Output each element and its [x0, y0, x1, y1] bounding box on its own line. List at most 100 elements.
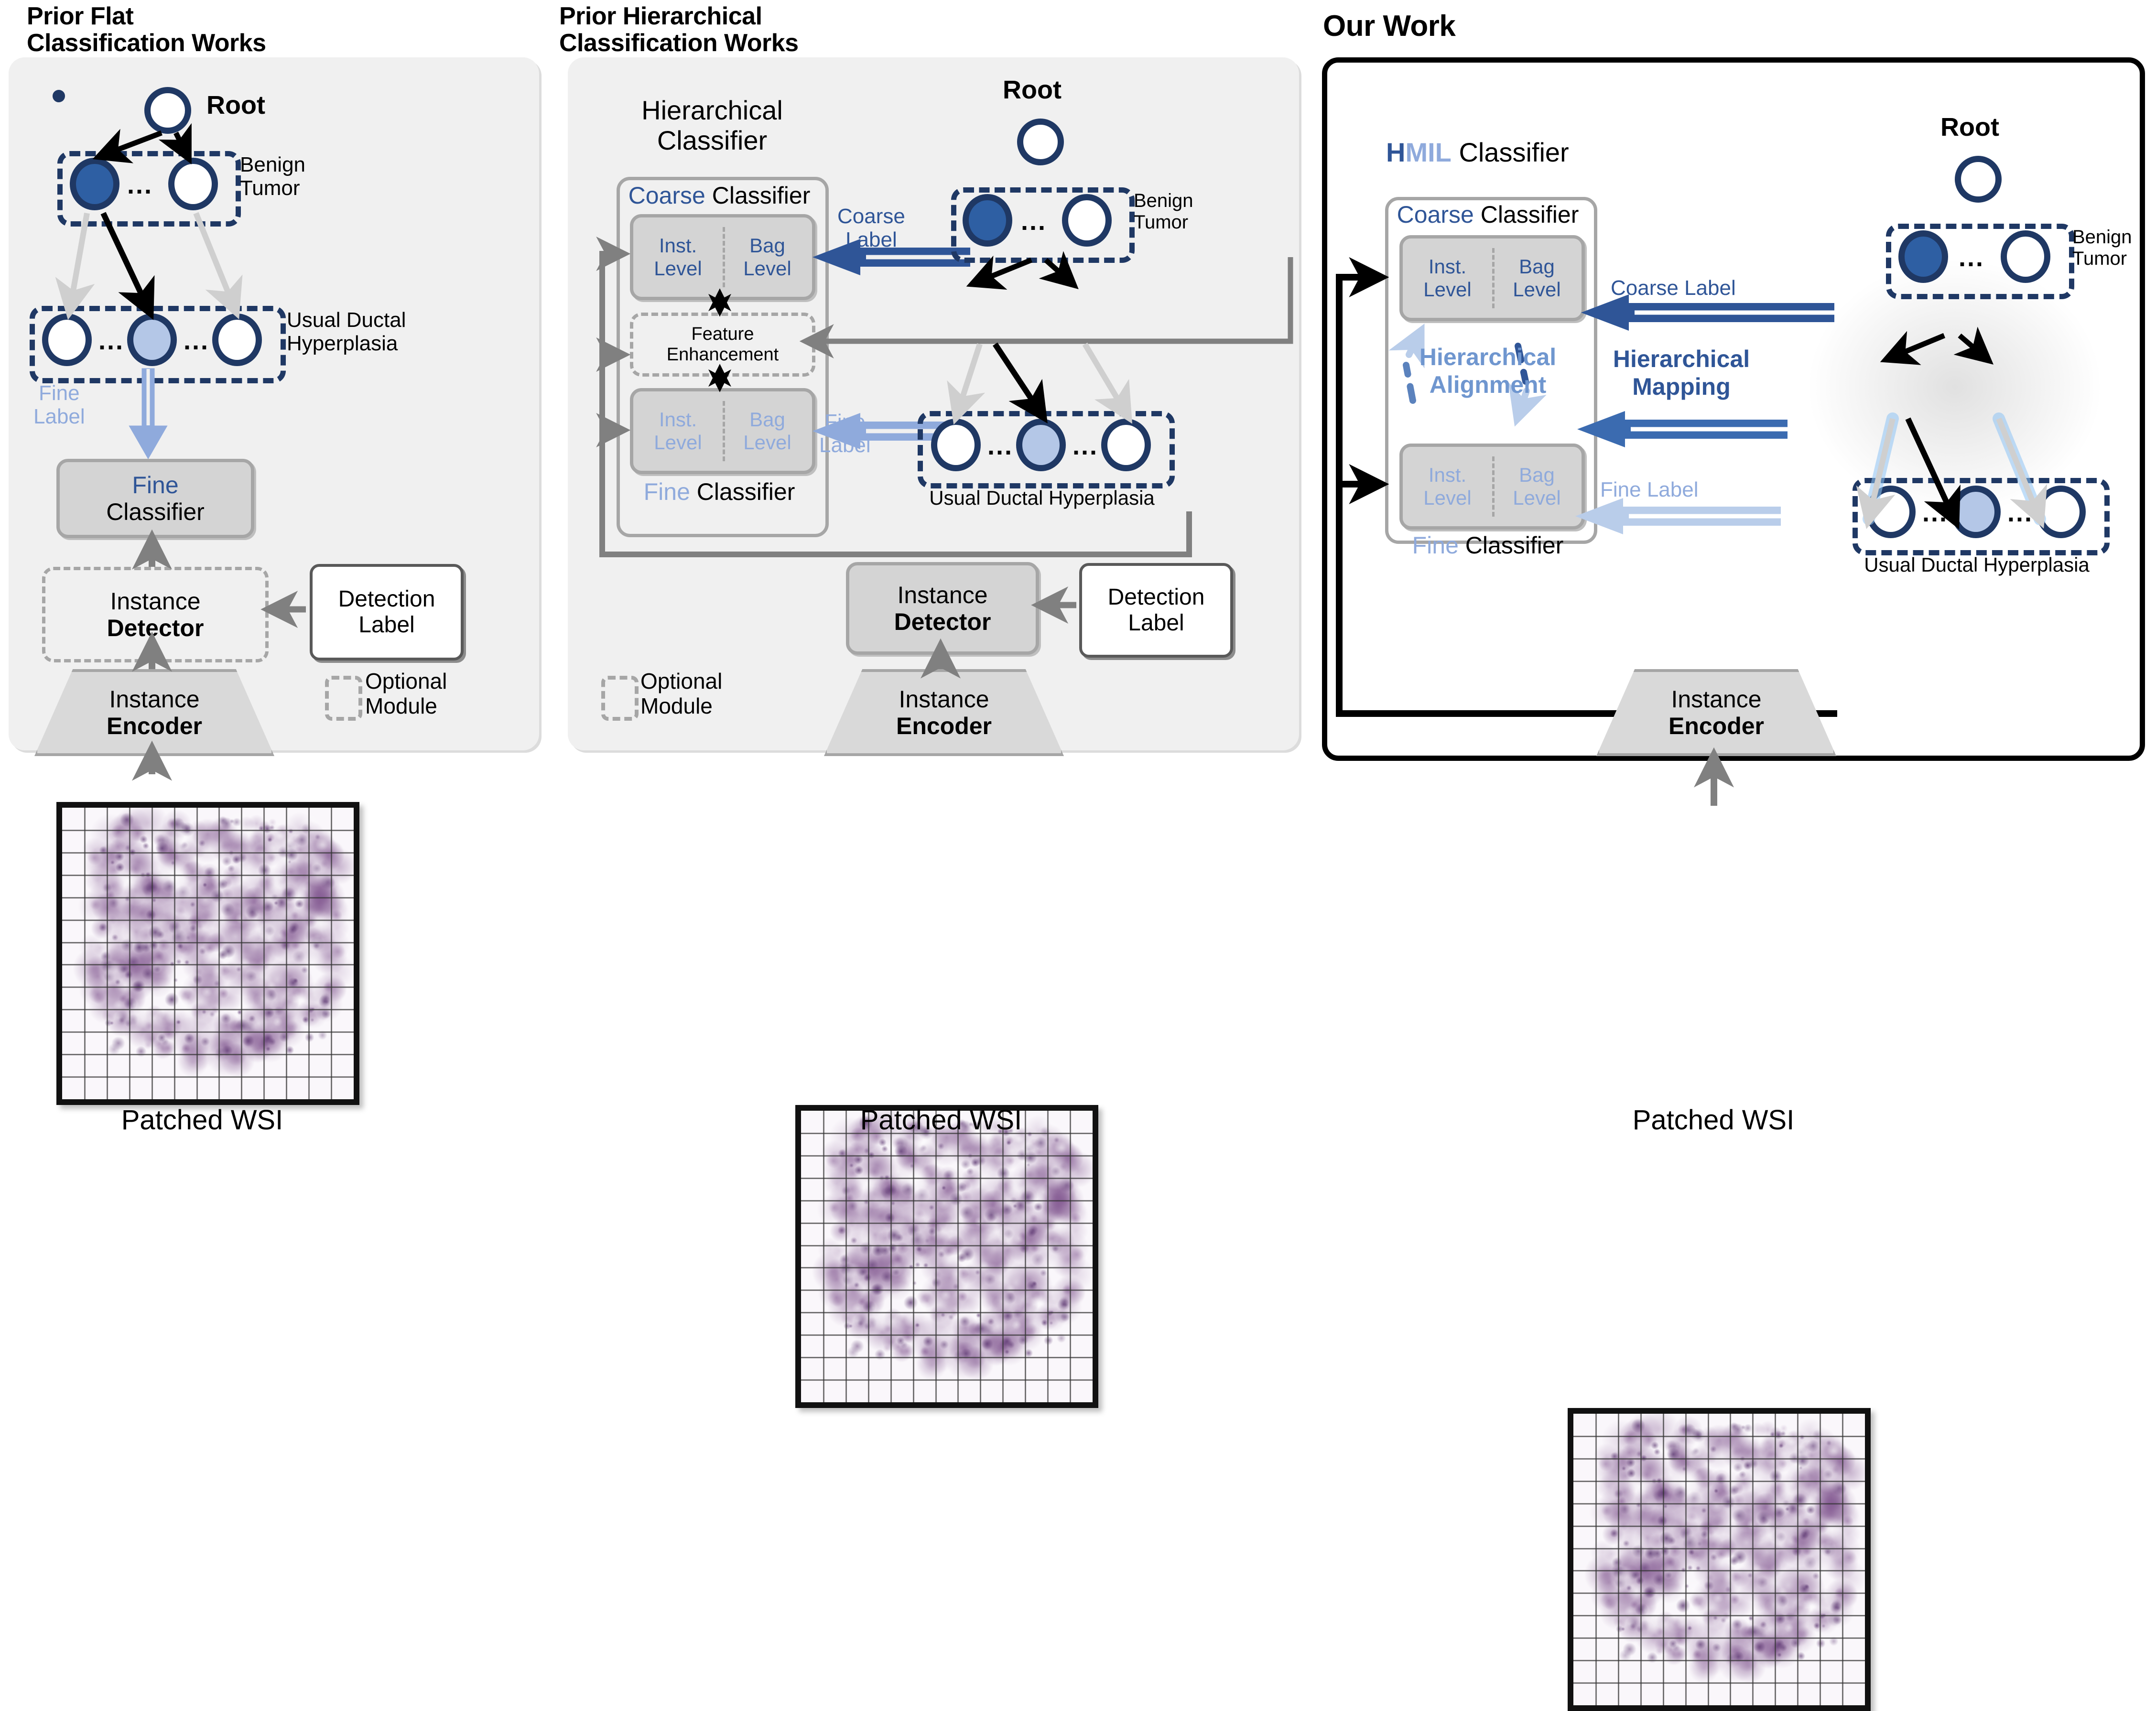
fine-classifier-box-flat[interactable]: Fine Classifier	[56, 459, 254, 538]
coarse-level-box-hier[interactable]: Inst. Level Bag Level	[630, 214, 815, 300]
root-node-ours	[1955, 156, 2002, 203]
hierarchical-mapping-label-ours: Hierarchical Mapping	[1613, 346, 1750, 400]
optional-module-label-hier: Optional Module	[640, 669, 723, 718]
patched-wsi-image-hier	[795, 1105, 1098, 1408]
instance-encoder-flat[interactable]: Instance Encoder	[34, 669, 274, 756]
instance-encoder-line1-ours: Instance	[1671, 686, 1762, 713]
fine-node-3-hier	[1101, 419, 1151, 471]
tree-node-root-flat	[53, 90, 65, 102]
ellipsis-fine-1-ours: ...	[1922, 498, 1949, 527]
fine-inst-level-ours: Inst. Level	[1423, 464, 1472, 509]
coarse-level-label-flat: Benign Tumor	[240, 153, 306, 200]
detection-label-hier[interactable]: Detection Label	[1079, 563, 1233, 658]
fine-classifier-rest-flat: Classifier	[106, 498, 205, 525]
ellipsis-fine-1-hier: ...	[987, 432, 1014, 460]
instance-encoder-hier[interactable]: Instance Encoder	[824, 669, 1064, 756]
coarse-level-box-ours[interactable]: Inst. Level Bag Level	[1399, 235, 1585, 321]
fine-level-box-hier[interactable]: Inst. Level Bag Level	[630, 388, 815, 474]
hmil-h-ours: H	[1386, 137, 1406, 167]
panel-title-ours: Our Work	[1323, 10, 1456, 43]
ellipsis-fine-2-ours: ...	[2007, 498, 2034, 527]
hmil-rest-ours: Classifier	[1459, 137, 1569, 167]
coarse-node-selected-flat	[70, 158, 119, 210]
fine-bag-level-ours: Bag Level	[1513, 464, 1561, 509]
fine-classifier-title-ours: Fine Classifier	[1385, 531, 1591, 559]
coarse-level-label-hier: Benign Tumor	[1134, 190, 1193, 233]
coarse-node-selected-ours	[1898, 230, 1948, 283]
coarse-classifier-title-hier: Coarse Classifier	[617, 182, 822, 209]
coarse-bag-level-ours: Bag Level	[1513, 255, 1561, 301]
root-node-flat	[144, 87, 191, 134]
instance-encoder-ours[interactable]: Instance Encoder	[1596, 669, 1836, 756]
instance-encoder-line2-ours: Encoder	[1668, 713, 1765, 739]
instance-detector-line1-flat: Instance	[110, 588, 201, 615]
patched-wsi-caption-flat: Patched WSI	[121, 1105, 283, 1136]
fine-level-label-flat: Usual Ductal Hyperplasia	[287, 308, 406, 356]
patched-wsi-image-flat	[56, 802, 359, 1105]
coarse-level-label-ours: Benign Tumor	[2072, 227, 2132, 269]
coarse-bag-level-hier: Bag Level	[743, 234, 791, 280]
detection-label-flat[interactable]: Detection Label	[310, 564, 464, 661]
coarse-classifier-rest-ours: Classifier	[1480, 201, 1579, 228]
hierarchical-alignment-label-ours: Hierarchical Alignment	[1419, 344, 1557, 398]
coarse-node-other-flat	[168, 158, 218, 210]
fine-label-arrow-flat: Fine Label	[33, 381, 85, 429]
ellipsis-fine-1-flat: ...	[98, 326, 125, 355]
fine-node-3-flat	[212, 314, 262, 366]
fine-classifier-rest-hier: Classifier	[696, 478, 795, 505]
detection-label-text-flat: Detection Label	[338, 586, 435, 638]
fine-label-arrow-ours: Fine Label	[1600, 478, 1699, 501]
panel-title-hier: Prior Hierarchical Classification Works	[559, 2, 799, 57]
root-label-flat: Root	[206, 91, 265, 119]
ellipsis-coarse-ours: ...	[1959, 243, 1985, 272]
fine-node-1-flat	[42, 314, 92, 366]
optional-module-swatch-hier	[601, 676, 639, 721]
feature-enhancement-label-hier: Feature Enhancement	[666, 324, 779, 365]
fine-level-label-hier: Usual Ductal Hyperplasia	[929, 487, 1155, 509]
instance-detector-line2-flat: Detector	[107, 615, 204, 641]
ellipsis-coarse-flat: ...	[127, 171, 153, 199]
feature-enhancement-hier[interactable]: Feature Enhancement	[630, 313, 815, 377]
ellipsis-fine-2-flat: ...	[184, 326, 210, 355]
hmil-classifier-title-ours: HMIL Classifier	[1386, 137, 1569, 168]
optional-module-label-flat: Optional Module	[365, 669, 447, 718]
instance-detector-flat[interactable]: Instance Detector	[42, 567, 269, 662]
fine-classifier-accent-flat: Fine	[132, 472, 179, 498]
fine-bag-level-hier: Bag Level	[743, 408, 791, 454]
fine-node-1-ours	[1866, 486, 1916, 538]
ellipsis-coarse-hier: ...	[1021, 207, 1047, 236]
coarse-classifier-title-ours: Coarse Classifier	[1385, 201, 1591, 228]
patched-wsi-caption-hier: Patched WSI	[860, 1105, 1022, 1136]
instance-encoder-line1-flat: Instance	[109, 686, 200, 713]
panel-title-flat: Prior Flat Classification Works	[27, 2, 266, 57]
instance-detector-hier[interactable]: Instance Detector	[846, 562, 1039, 655]
root-label-ours: Root	[1940, 113, 1999, 141]
coarse-label-arrow-hier: Coarse Label	[837, 205, 905, 252]
fine-node-1-hier	[931, 419, 981, 471]
hierarchical-classifier-title-hier: Hierarchical Classifier	[641, 95, 783, 155]
coarse-node-selected-hier	[963, 194, 1012, 247]
instance-encoder-line1-hier: Instance	[899, 686, 989, 713]
hmil-mil-ours: MIL	[1405, 137, 1452, 167]
detection-label-text-hier: Detection Label	[1107, 585, 1205, 636]
fine-inst-level-hier: Inst. Level	[654, 408, 702, 454]
fine-node-selected-flat	[127, 314, 177, 366]
patched-wsi-image-ours	[1568, 1408, 1871, 1711]
coarse-inst-level-ours: Inst. Level	[1423, 255, 1472, 301]
fine-classifier-accent-ours: Fine	[1412, 532, 1459, 559]
patched-wsi-caption-ours: Patched WSI	[1632, 1105, 1795, 1136]
instance-detector-line1-hier: Instance	[897, 582, 988, 608]
fine-classifier-rest-ours: Classifier	[1465, 532, 1564, 559]
coarse-classifier-rest-hier: Classifier	[712, 182, 811, 209]
instance-detector-line2-hier: Detector	[894, 608, 991, 635]
root-label-hier: Root	[1003, 76, 1062, 104]
fine-classifier-accent-hier: Fine	[643, 478, 690, 505]
coarse-classifier-accent-hier: Coarse	[628, 182, 705, 209]
fine-node-selected-hier	[1016, 419, 1066, 471]
fine-label-arrow-hier: Fine Label	[819, 410, 871, 457]
fine-level-label-ours: Usual Ductal Hyperplasia	[1864, 553, 2090, 576]
fine-level-box-ours[interactable]: Inst. Level Bag Level	[1399, 444, 1585, 530]
fine-node-selected-ours	[1951, 486, 2001, 538]
root-node-hier	[1017, 119, 1064, 165]
optional-module-swatch-flat	[325, 676, 362, 721]
